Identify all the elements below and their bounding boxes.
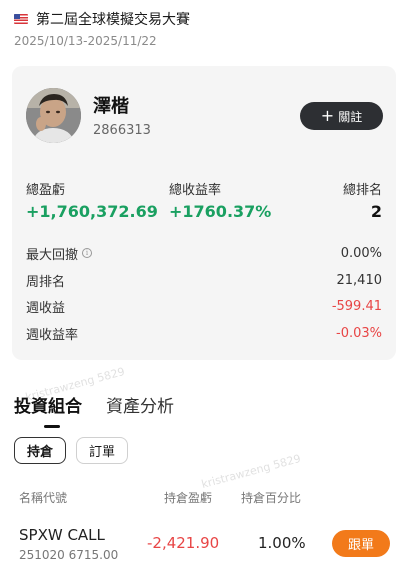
sub-tabs: 持倉 訂單 <box>14 437 129 464</box>
avatar <box>26 88 81 143</box>
weekly-pnl-row: 週收益 -599.41 <box>26 296 382 316</box>
position-pnl: -2,421.90 <box>147 534 220 552</box>
weekly-rank-value: 21,410 <box>336 272 383 288</box>
max-drawdown-value: 0.00% <box>340 245 382 261</box>
weekly-return-row: 週收益率 -0.03% <box>26 323 382 343</box>
column-header-pnl: 持倉盈虧 <box>164 491 213 505</box>
weekly-return-label: 週收益率 <box>26 327 79 343</box>
follow-button-label: 關註 <box>338 109 363 124</box>
main-tabs: 投資組合 資產分析 <box>14 392 174 428</box>
total-pnl-label: 總盈虧 <box>26 183 66 198</box>
max-drawdown-label: 最大回撤 <box>26 247 79 263</box>
position-name: SPXW CALL <box>19 526 105 544</box>
contest-header: 第二屆全球模擬交易大賽 2025/10/13-2025/11/22 <box>14 8 394 48</box>
column-header-percent: 持倉百分比 <box>241 491 302 505</box>
contest-date-range: 2025/10/13-2025/11/22 <box>14 34 157 48</box>
us-flag-icon <box>14 14 28 24</box>
watermark: kristrawzeng 5829 <box>200 451 303 492</box>
total-pnl-value: +1,760,372.69 <box>26 202 158 221</box>
user-id: 2866313 <box>93 123 151 138</box>
username: 澤楷 <box>93 96 129 117</box>
subtab-holdings[interactable]: 持倉 <box>14 437 67 464</box>
copy-trade-button[interactable]: 跟單 <box>332 530 390 557</box>
info-icon[interactable]: i <box>82 248 93 258</box>
total-rank-value: 2 <box>370 202 382 221</box>
total-rank-label: 總排名 <box>342 183 382 198</box>
contest-title: 第二屆全球模擬交易大賽 <box>36 12 190 28</box>
total-return-label: 總收益率 <box>169 183 222 198</box>
weekly-pnl-label: 週收益 <box>26 300 66 316</box>
weekly-return-value: -0.03% <box>336 325 382 341</box>
max-drawdown-row: 最大回撤 i 0.00% <box>26 243 382 263</box>
weekly-pnl-value: -599.41 <box>331 298 382 314</box>
tab-asset-analysis[interactable]: 資產分析 <box>106 392 174 417</box>
profile-card: 澤楷 2866313 + 關註 總盈虧 +1,760,372.69 總收益率 +… <box>12 66 396 360</box>
subtab-orders[interactable]: 訂單 <box>76 437 129 464</box>
tab-portfolio[interactable]: 投資組合 <box>14 392 82 428</box>
follow-button[interactable]: + 關註 <box>300 102 383 130</box>
weekly-rank-label: 周排名 <box>26 274 66 290</box>
weekly-rank-row: 周排名 21,410 <box>26 270 382 290</box>
position-percent: 1.00% <box>258 534 306 552</box>
column-header-name: 名稱代號 <box>19 491 68 505</box>
total-return-value: +1760.37% <box>169 202 272 221</box>
plus-icon: + <box>320 106 335 125</box>
position-detail: 251020 6715.00 <box>19 548 119 562</box>
